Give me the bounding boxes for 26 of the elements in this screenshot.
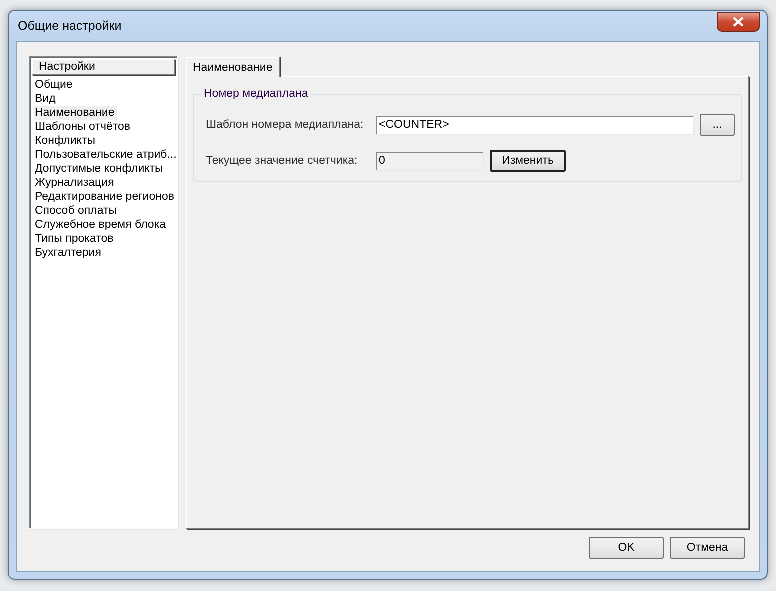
sidebar-item[interactable]: Служебное время блока	[34, 218, 168, 232]
template-field[interactable]: <COUNTER>	[376, 116, 694, 134]
sidebar-item[interactable]: Наименование	[34, 106, 117, 120]
dialog-button[interactable]: Отмена	[670, 537, 745, 559]
sidebar-item[interactable]: Допустимые конфликты	[34, 162, 166, 176]
sidebar-item[interactable]: Бухгалтерия	[34, 246, 104, 260]
group-title: Номер медиаплана	[203, 88, 310, 100]
change-button[interactable]: Изменить	[490, 150, 566, 172]
close-icon	[733, 17, 744, 27]
sidebar-item[interactable]: Типы прокатов	[34, 232, 116, 246]
sidebar-item[interactable]: Общие	[34, 78, 75, 92]
sidebar-item[interactable]: Вид	[34, 92, 58, 106]
field-label: Шаблон номера медиаплана:	[206, 119, 365, 131]
sidebar-item[interactable]: Способ оплаты	[34, 204, 119, 218]
tab[interactable]: Наименование	[186, 57, 280, 77]
dialog-button[interactable]: OK	[589, 537, 664, 559]
sidebar-item[interactable]: Пользовательские атриб...	[34, 148, 179, 162]
sidebar-item[interactable]: Конфликты	[34, 134, 98, 148]
window-title: Общие настройки	[18, 19, 122, 33]
list-header[interactable]: Настройки	[32, 59, 175, 75]
close-button[interactable]	[717, 12, 760, 32]
field-label: Текущее значение счетчика:	[206, 155, 359, 167]
sidebar-item[interactable]: Редактирование регионов	[34, 190, 176, 204]
browse-button[interactable]: ...	[700, 114, 735, 136]
sidebar-item[interactable]: Шаблоны отчётов	[34, 120, 132, 134]
sidebar-item[interactable]: Журнализация	[34, 176, 116, 190]
